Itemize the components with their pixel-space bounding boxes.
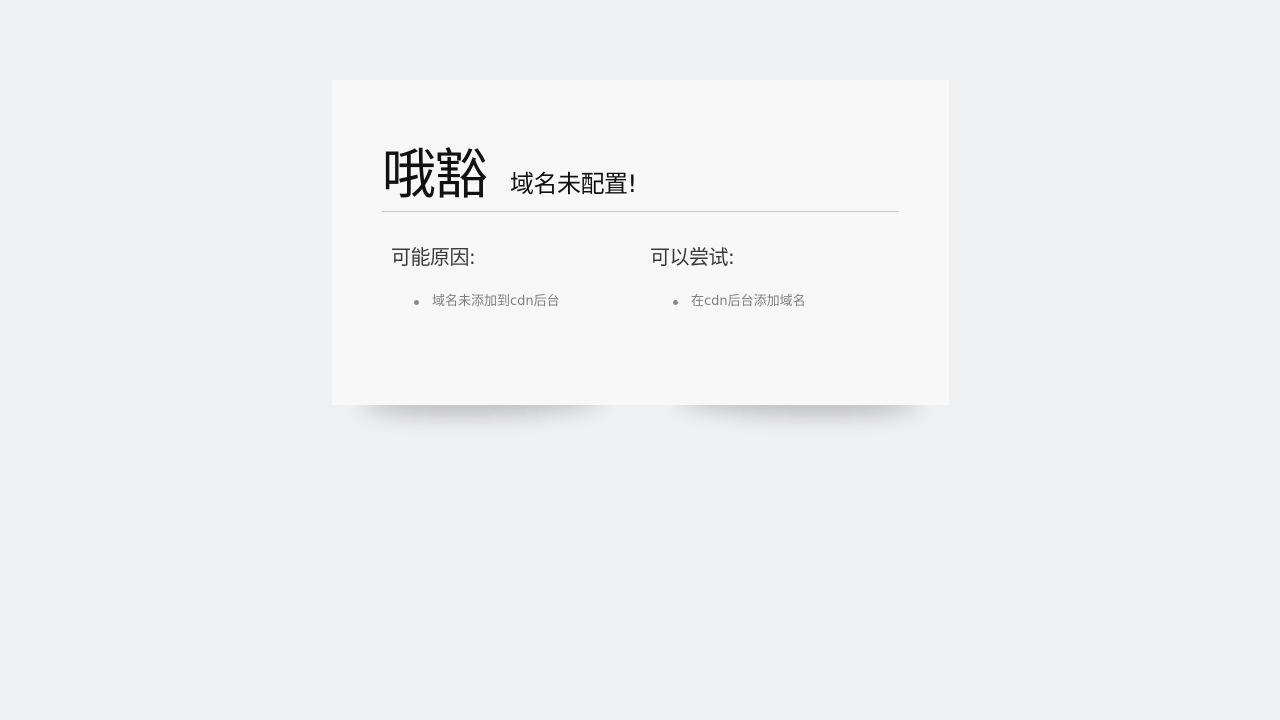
bullet-icon	[414, 300, 419, 305]
try-text: 在cdn后台添加域名	[691, 294, 806, 309]
title-row: 哦豁 域名未配置!	[382, 142, 899, 212]
tries-heading: 可以尝试:	[650, 245, 735, 269]
page-title: 哦豁	[382, 143, 488, 206]
reason-text: 域名未添加到cdn后台	[432, 294, 560, 309]
bullet-icon	[673, 300, 678, 305]
tries-list: 在cdn后台添加域名	[650, 293, 890, 311]
list-item: 域名未添加到cdn后台	[414, 293, 631, 311]
page-subtitle: 域名未配置!	[510, 170, 637, 198]
error-card-container: 哦豁 域名未配置! 可能原因: 域名未添加到cdn后台 可以尝试: 在cdn后台…	[332, 80, 949, 405]
reasons-heading: 可能原因:	[391, 245, 476, 269]
error-card: 哦豁 域名未配置! 可能原因: 域名未添加到cdn后台 可以尝试: 在cdn后台…	[332, 80, 949, 405]
tries-section: 可以尝试: 在cdn后台添加域名	[650, 243, 890, 311]
reasons-section: 可能原因: 域名未添加到cdn后台	[391, 243, 631, 311]
list-item: 在cdn后台添加域名	[673, 293, 890, 311]
reasons-list: 域名未添加到cdn后台	[391, 293, 631, 311]
